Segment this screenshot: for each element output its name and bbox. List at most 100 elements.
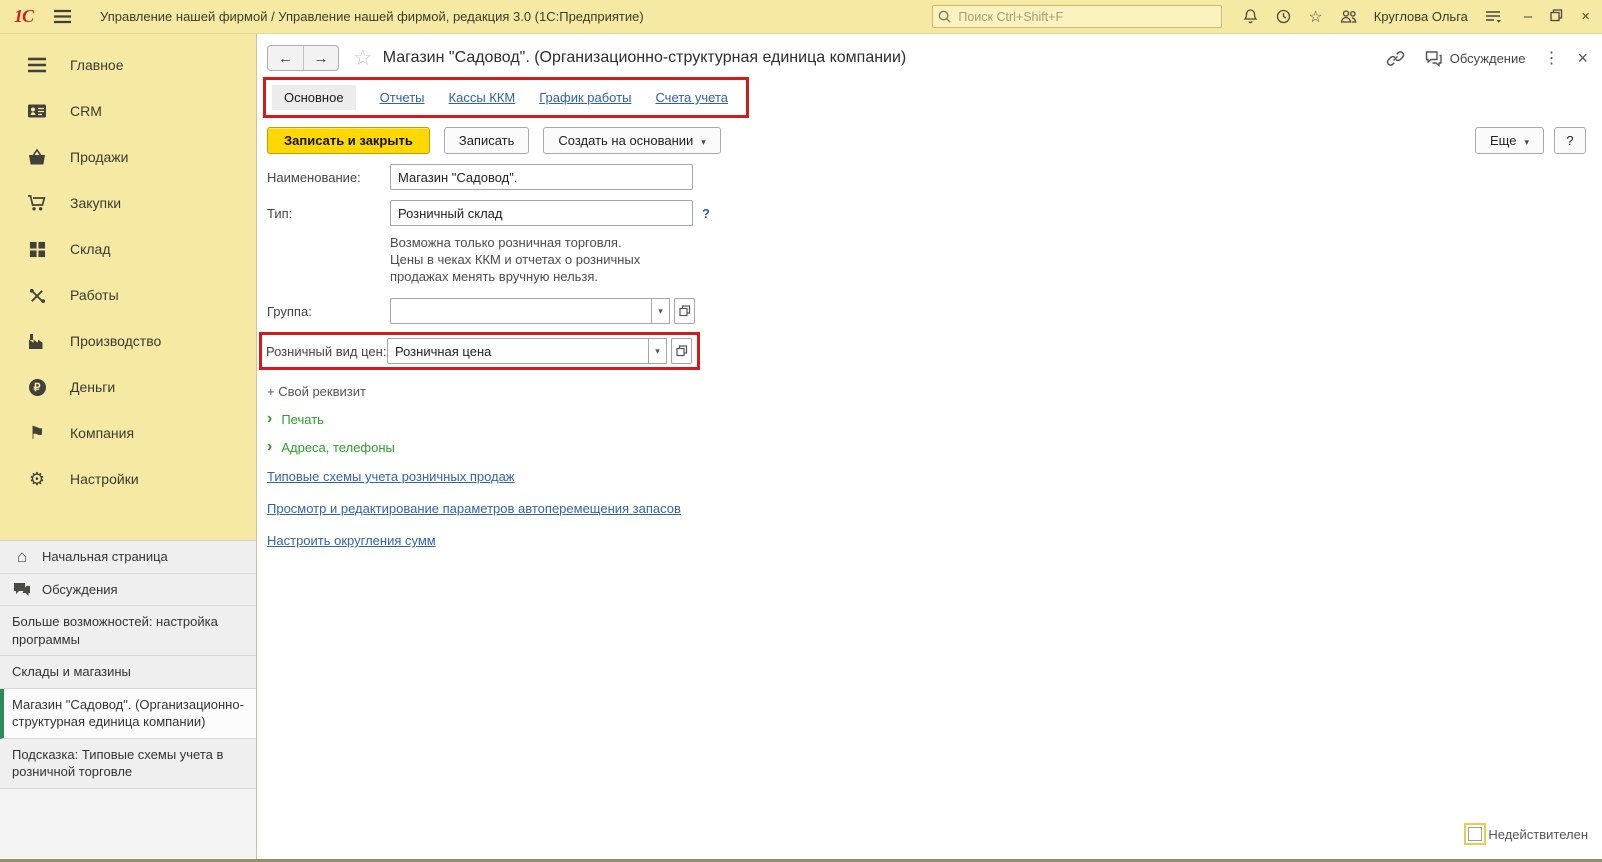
checkbox-highlight-ring [1464, 823, 1487, 845]
create-based-on-button[interactable]: Создать на основании ▾ [543, 127, 721, 154]
name-input[interactable] [390, 164, 693, 190]
panel-item-hint-retail[interactable]: Подсказка: Типовые схемы учета в розничн… [0, 738, 256, 789]
panel-item-label: Больше возможностей: настройка программы [12, 614, 218, 647]
tab-work-schedule[interactable]: График работы [539, 90, 631, 105]
panel-item-label: Обсуждения [42, 581, 118, 597]
open-in-list-icon [678, 305, 690, 317]
basket-icon [26, 148, 48, 166]
gear-icon: ⚙ [28, 469, 46, 489]
tab-main[interactable]: Основное [272, 85, 356, 110]
open-windows-panel: ⌂ Начальная страница Обсуждения Больше в… [0, 540, 256, 859]
sidebar-item-sales[interactable]: Продажи [0, 134, 256, 180]
sidebar-item-label: Компания [70, 425, 135, 441]
retail-price-input[interactable] [387, 338, 648, 364]
save-and-close-button[interactable]: Записать и закрыть [267, 127, 430, 154]
invalid-checkbox[interactable] [1468, 827, 1483, 841]
name-field-row: Наименование: [267, 164, 1602, 190]
form-header: ← → ☆ Магазин "Садовод". (Организационно… [257, 34, 1602, 74]
sidebar-item-settings[interactable]: ⚙ Настройки [0, 456, 256, 502]
left-column: Главное CRM Продажи Закупки Склад Работы… [0, 34, 256, 859]
more-actions-button[interactable]: Еще ▾ [1475, 127, 1544, 154]
panel-item-label: Склады и магазины [12, 664, 131, 680]
add-custom-attribute-link[interactable]: + Свой реквизит [267, 384, 1602, 399]
minimize-button[interactable]: – [1524, 9, 1532, 24]
chevron-right-icon: › [267, 438, 273, 455]
sidebar-item-company[interactable]: ⚑ Компания [0, 410, 256, 456]
sidebar-item-crm[interactable]: CRM [0, 88, 256, 134]
autotransfer-params-link[interactable]: Просмотр и редактирование параметров авт… [267, 501, 681, 516]
sidebar-item-label: Деньги [70, 379, 116, 395]
form-toolbar: Записать и закрыть Записать Создать на о… [267, 127, 1602, 154]
factory-icon [26, 333, 48, 350]
sidebar-item-label: Настройки [70, 471, 139, 487]
back-button[interactable]: ← [268, 46, 303, 70]
group-open-button[interactable] [674, 298, 695, 324]
tab-reports[interactable]: Отчеты [380, 90, 425, 105]
notifications-bell-icon[interactable] [1242, 8, 1259, 25]
panel-item-more-features[interactable]: Больше возможностей: настройка программы [0, 606, 256, 657]
sidebar-item-warehouse[interactable]: Склад [0, 226, 256, 272]
history-icon[interactable] [1275, 8, 1292, 25]
retail-price-label: Розничный вид цен: [266, 343, 387, 359]
tab-kkm-cash[interactable]: Кассы ККМ [449, 90, 516, 105]
discussion-label: Обсуждение [1449, 50, 1526, 66]
rounding-settings-link[interactable]: Настроить округления сумм [267, 533, 436, 548]
sidebar-item-label: Склад [70, 241, 111, 257]
search-input[interactable] [932, 5, 1223, 28]
users-icon[interactable] [1339, 9, 1358, 24]
retail-schemes-link[interactable]: Типовые схемы учета розничных продаж [267, 469, 515, 484]
service-menu-icon[interactable] [1484, 9, 1502, 25]
search-icon [938, 10, 952, 23]
retail-price-dropdown-icon[interactable]: ▾ [648, 338, 667, 364]
sidebar-item-works[interactable]: Работы [0, 272, 256, 318]
panel-item-start-page[interactable]: ⌂ Начальная страница [0, 541, 256, 574]
sidebar-item-money[interactable]: ₽ Деньги [0, 364, 256, 410]
print-collapsible[interactable]: › Печать [267, 411, 1602, 427]
save-button[interactable]: Записать [443, 127, 530, 154]
get-link-icon[interactable] [1386, 49, 1405, 68]
sidebar-item-production[interactable]: Производство [0, 318, 256, 364]
print-collapsible-label: Печать [281, 411, 324, 427]
highlight-box-tabs: Основное Отчеты Кассы ККМ График работы … [263, 77, 750, 118]
open-in-list-icon [675, 345, 687, 357]
type-input[interactable] [390, 200, 693, 226]
sidebar-item-label: Производство [70, 333, 162, 349]
panel-item-label: Начальная страница [42, 549, 168, 564]
invalid-checkbox-row: Недействителен [1464, 823, 1588, 845]
discussion-button[interactable]: Обсуждение [1423, 50, 1526, 67]
sidebar-item-label: Закупки [70, 195, 122, 211]
panel-item-discussions[interactable]: Обсуждения [0, 573, 256, 607]
favorites-star-icon[interactable]: ☆ [1308, 7, 1322, 27]
tab-accounts[interactable]: Счета учета [655, 90, 728, 105]
restore-window-button[interactable] [1550, 8, 1563, 25]
help-button[interactable]: ? [1554, 127, 1586, 154]
more-menu-icon[interactable]: ⋮ [1543, 48, 1559, 68]
contact-card-icon [26, 103, 48, 119]
panel-item-label: Подсказка: Типовые схемы учета в розничн… [12, 746, 224, 780]
sidebar-item-purchases[interactable]: Закупки [0, 180, 256, 226]
close-form-icon[interactable]: × [1577, 48, 1588, 69]
add-to-favorites-star-icon[interactable]: ☆ [353, 45, 373, 71]
1c-logo: 1С [14, 6, 34, 26]
menu-lines-icon [26, 57, 48, 73]
sidebar-item-main[interactable]: Главное [0, 42, 256, 88]
group-dropdown-icon[interactable]: ▾ [651, 298, 670, 324]
addresses-collapsible[interactable]: › Адреса, телефоны [267, 439, 1602, 455]
group-field-row: Группа: ▾ [267, 298, 1602, 324]
name-field-label: Наименование: [267, 169, 361, 185]
forward-button[interactable]: → [303, 46, 338, 70]
current-user-name[interactable]: Круглова Ольга [1374, 9, 1468, 24]
sidebar-item-label: Продажи [70, 149, 129, 165]
chevron-down-icon: ▾ [1524, 137, 1529, 147]
flag-icon: ⚑ [28, 423, 46, 443]
main-menu-icon[interactable] [53, 9, 72, 24]
type-hint-text: Возможна только розничная торговля. Цены… [390, 235, 641, 284]
type-help-icon[interactable]: ? [702, 206, 710, 221]
cart-icon [26, 194, 48, 212]
retail-price-open-button[interactable] [671, 338, 692, 364]
invalid-checkbox-label: Недействителен [1488, 826, 1588, 842]
close-window-button[interactable]: × [1581, 9, 1590, 24]
panel-item-warehouses-shops[interactable]: Склады и магазины [0, 656, 256, 689]
panel-item-shop-sadovod[interactable]: Магазин "Садовод". (Организационно-струк… [0, 688, 256, 739]
group-input[interactable] [390, 298, 651, 324]
